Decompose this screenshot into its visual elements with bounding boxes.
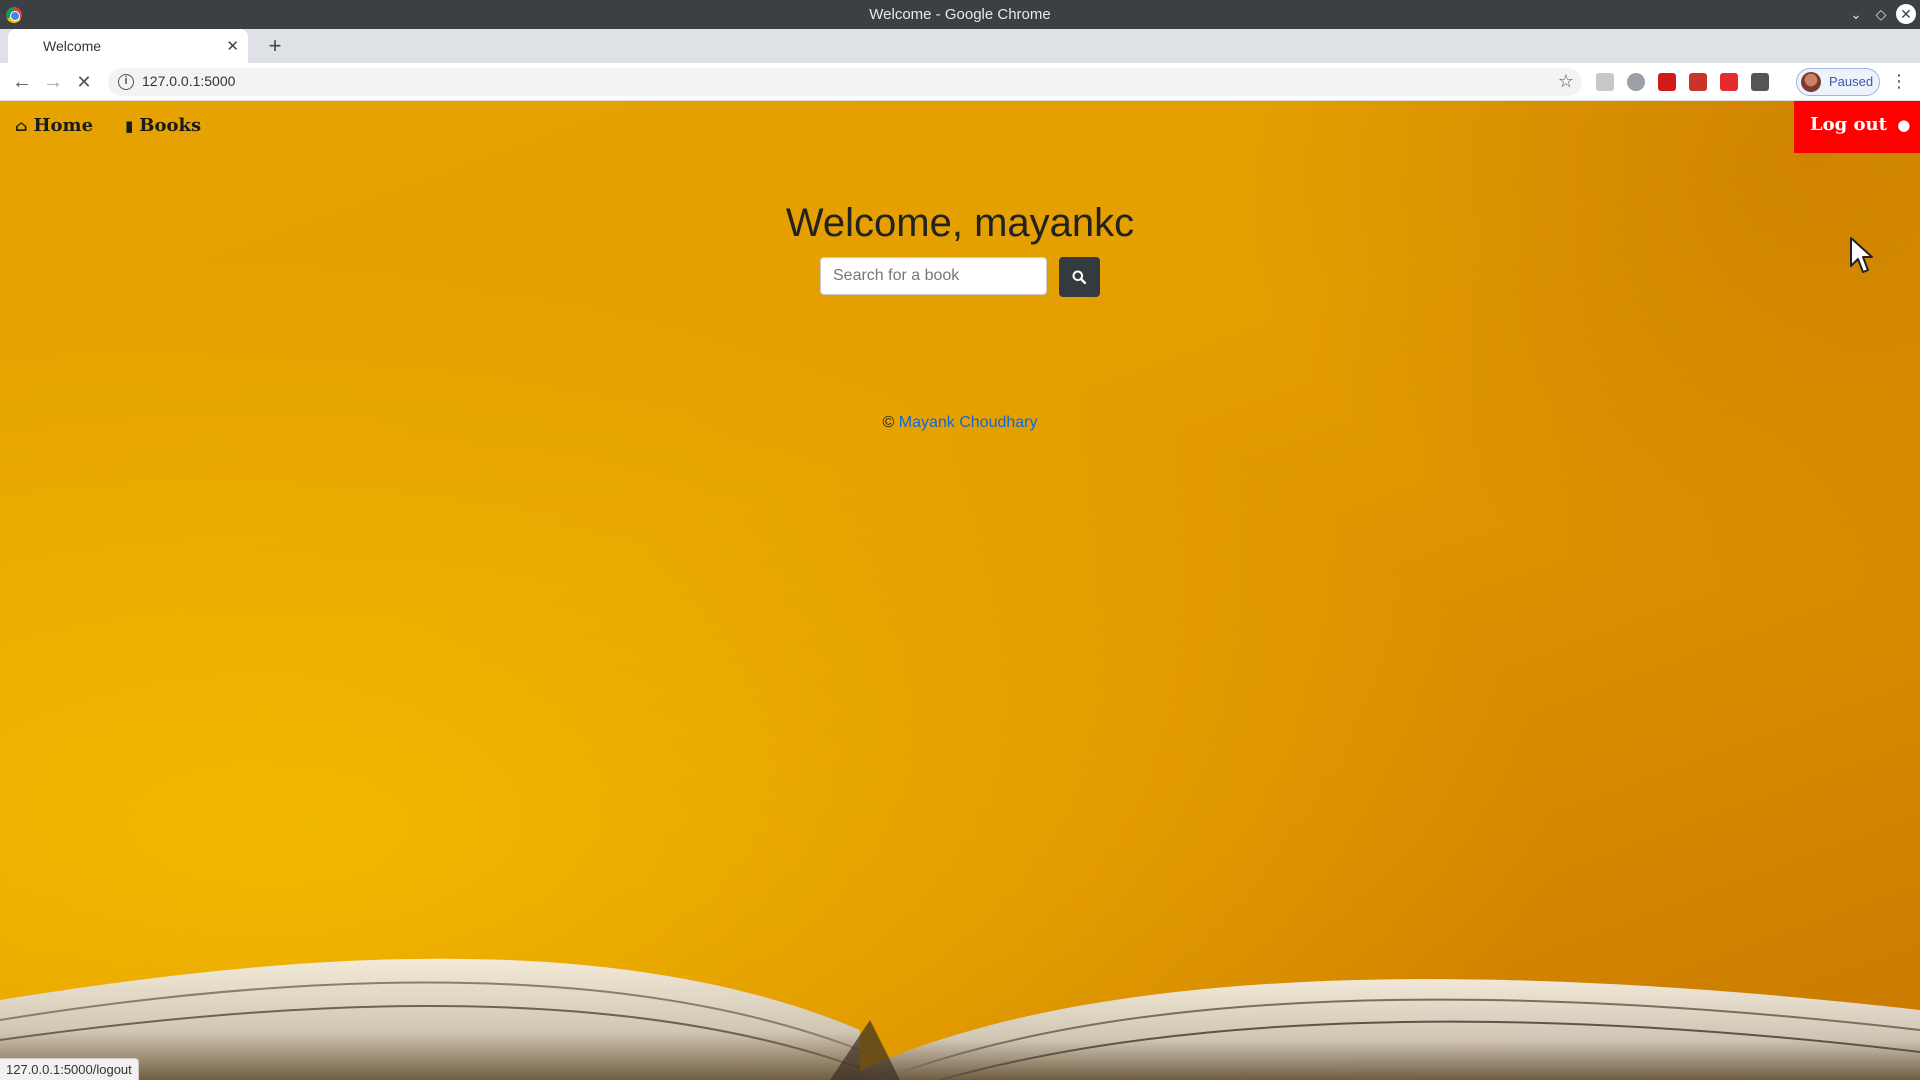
page-viewport: ⌂ Home ▮ Books Log out ● Welcome, mayankc … (0, 101, 1920, 1080)
tab-title: Welcome (43, 38, 102, 54)
extension-icon[interactable] (1658, 73, 1676, 91)
stop-icon[interactable]: ✕ (72, 70, 96, 94)
search-form (820, 257, 1100, 297)
new-tab-icon[interactable]: + (262, 33, 288, 59)
extension-icon[interactable] (1596, 73, 1614, 91)
window-title: Welcome - Google Chrome (869, 6, 1051, 23)
copyright-symbol: © (882, 414, 895, 431)
site-navbar: ⌂ Home ▮ Books Log out ● (0, 101, 1920, 153)
address-bar[interactable]: i 127.0.0.1:5000 ☆ (108, 68, 1582, 96)
url-text: 127.0.0.1:5000 (142, 73, 236, 89)
author-link[interactable]: Mayank Choudhary (899, 414, 1038, 431)
nav-home-link[interactable]: ⌂ Home (15, 115, 93, 136)
cursor-icon (1850, 237, 1873, 273)
forward-icon[interactable]: → (41, 70, 65, 94)
welcome-heading: Welcome, mayankc (785, 201, 1135, 245)
nav-books-label: Books (139, 115, 202, 136)
tab-strip: Welcome ✕ + (0, 29, 1920, 63)
user-icon: ● (1897, 116, 1911, 134)
extension-icon[interactable] (1751, 73, 1769, 91)
book-icon: ▮ (125, 117, 134, 135)
search-button[interactable] (1059, 257, 1100, 297)
home-icon: ⌂ (15, 117, 28, 135)
minimize-icon[interactable]: ⌄ (1846, 4, 1866, 24)
book-pages-image (0, 958, 1920, 1080)
footer: © Mayank Choudhary (0, 414, 1920, 432)
nav-home-label: Home (33, 115, 94, 136)
back-icon[interactable]: ← (10, 70, 34, 94)
nav-books-link[interactable]: ▮ Books (125, 115, 201, 136)
status-url-bubble: 127.0.0.1:5000/logout (0, 1058, 139, 1080)
close-window-icon[interactable]: ✕ (1896, 4, 1916, 24)
avatar (1801, 72, 1821, 92)
logout-label: Log out (1810, 114, 1887, 135)
search-input[interactable] (820, 257, 1047, 295)
menu-icon[interactable]: ⋮ (1890, 71, 1908, 91)
info-icon[interactable]: i (118, 74, 134, 90)
profile-button[interactable]: Paused (1796, 68, 1880, 96)
logout-button[interactable]: Log out ● (1794, 101, 1920, 153)
window-titlebar: Welcome - Google Chrome ⌄ ◇ ✕ (0, 0, 1920, 29)
star-icon[interactable]: ☆ (1558, 71, 1574, 92)
extension-icon[interactable] (1689, 73, 1707, 91)
tab-welcome[interactable]: Welcome ✕ (8, 29, 248, 63)
extension-icon[interactable] (1720, 73, 1738, 91)
search-icon (1072, 270, 1086, 284)
maximize-icon[interactable]: ◇ (1871, 4, 1891, 24)
browser-toolbar: ← → ✕ i 127.0.0.1:5000 ☆ Paused ⋮ (0, 63, 1920, 101)
extension-icon[interactable] (1627, 73, 1645, 91)
profile-status: Paused (1829, 74, 1874, 89)
close-icon[interactable]: ✕ (226, 37, 239, 55)
